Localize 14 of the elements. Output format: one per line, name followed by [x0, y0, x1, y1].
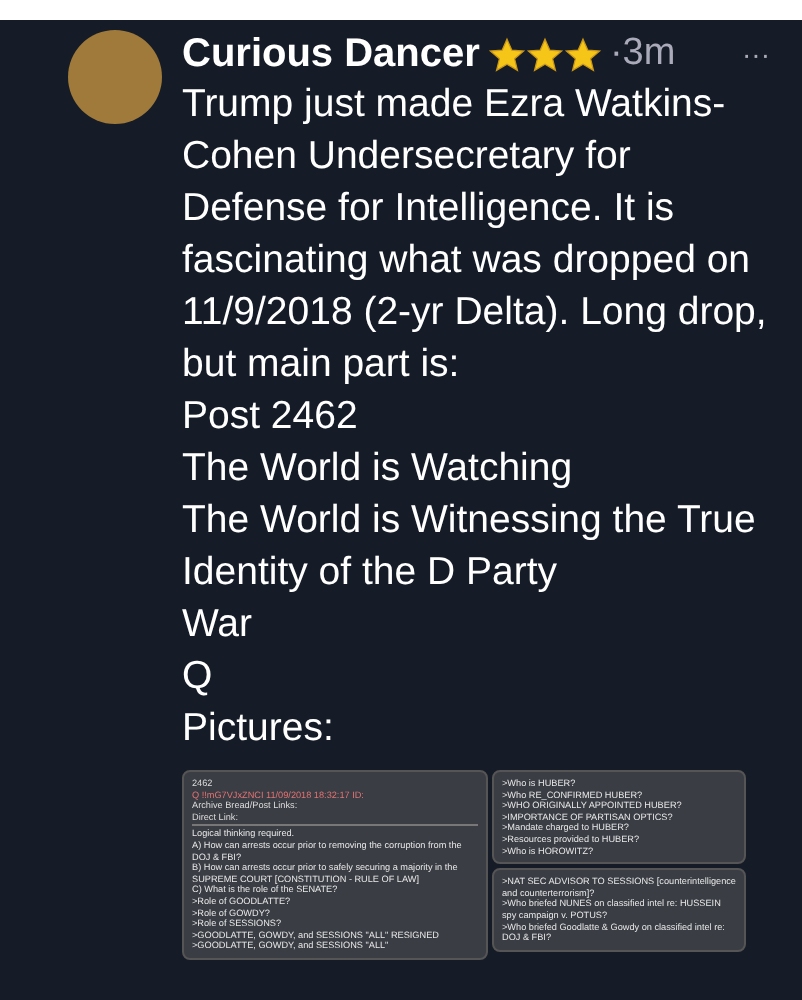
star-icon: [525, 35, 564, 73]
author-name[interactable]: Curious Dancer: [182, 30, 480, 78]
post-text: Post 2462: [182, 392, 360, 442]
post-text: Pictures:: [182, 704, 336, 754]
post-text: The World is Watching: [182, 444, 575, 494]
post-text: War: [182, 600, 255, 650]
post-text: Trump just made Ezra Watkins-Cohen Undersecretary for Defense for Intelligence. It is fascinating what was dropped on 11/9/2018 (2-yr Delta). Long drop, but main part is:: [182, 80, 769, 390]
more-button[interactable]: ···: [742, 30, 782, 78]
post-time: ·3m: [609, 30, 676, 78]
star-icon: [487, 35, 526, 73]
post-text: The World is Witnessing the True Identity of the D Party: [182, 496, 758, 598]
avatar: [68, 30, 162, 124]
post-text: Q: [182, 652, 215, 702]
star-icon: [563, 35, 602, 73]
